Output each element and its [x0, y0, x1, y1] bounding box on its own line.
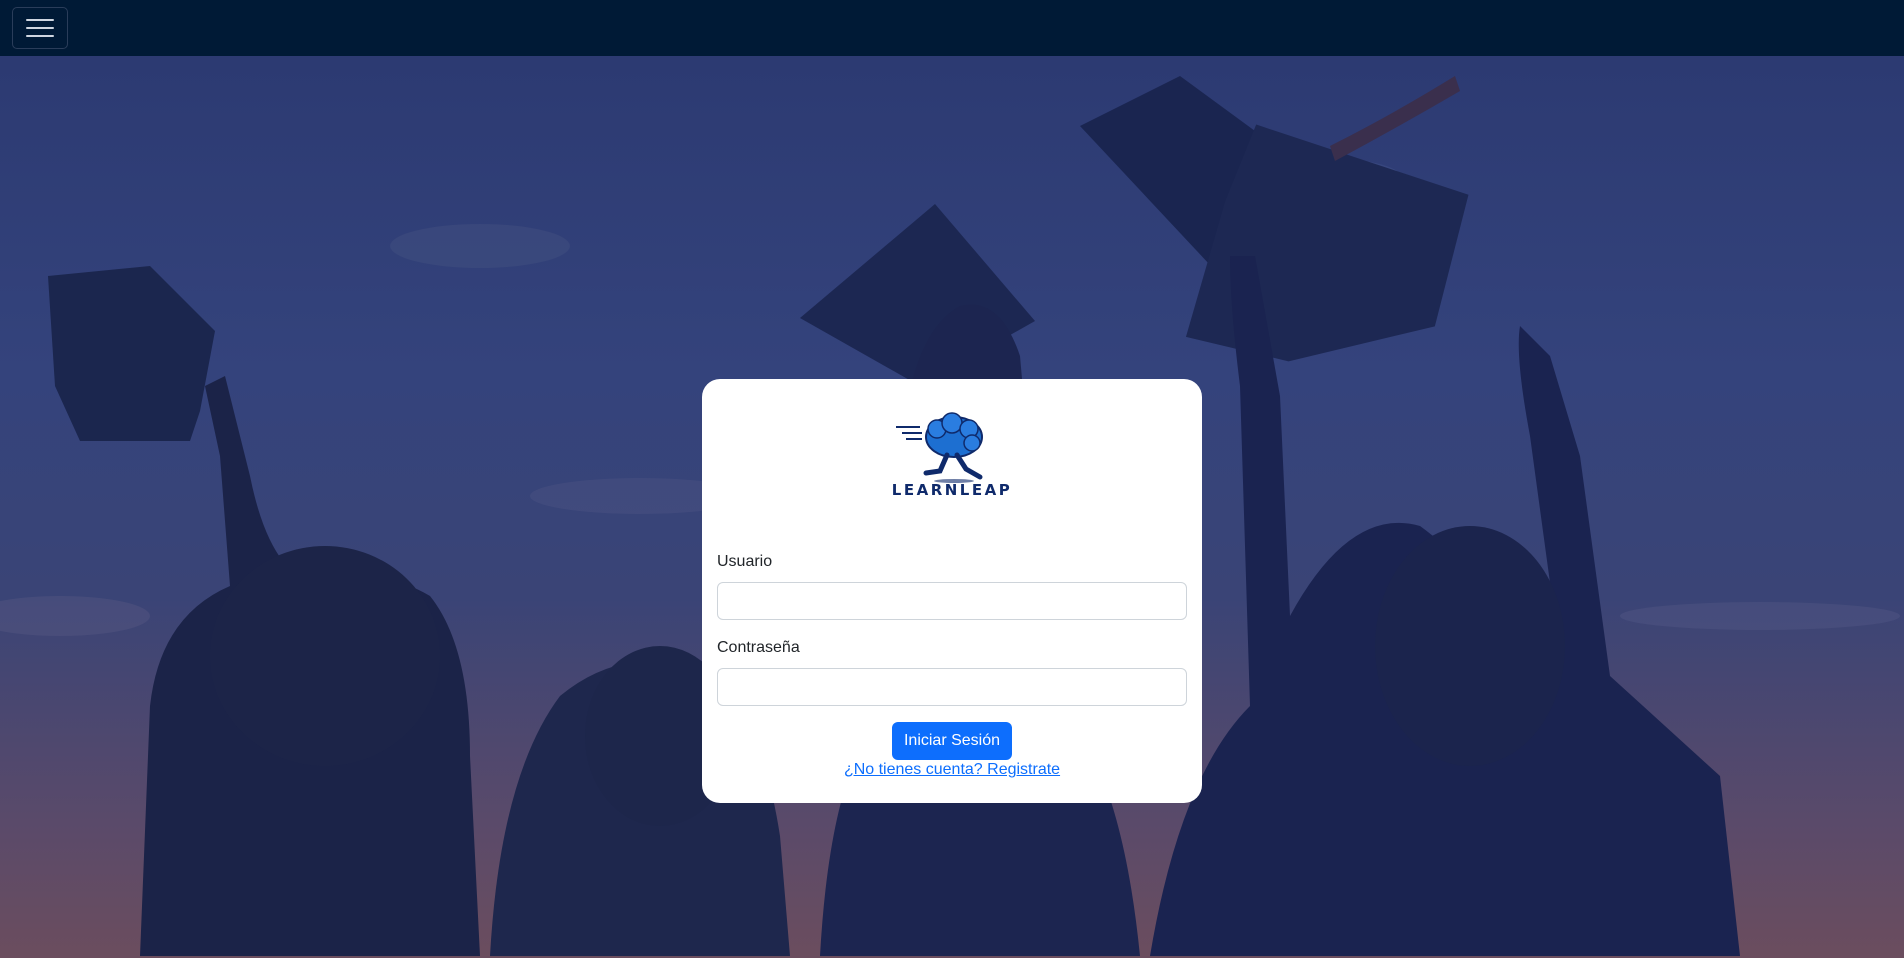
login-button[interactable]: Iniciar Sesión [892, 722, 1012, 760]
login-card: LEARNLEAP Usuario Contraseña Iniciar Ses… [702, 379, 1202, 803]
register-link[interactable]: ¿No tienes cuenta? Registrate [702, 761, 1202, 779]
hamburger-menu-icon [26, 19, 54, 21]
top-navbar [0, 0, 1904, 56]
menu-toggle-button[interactable] [12, 7, 68, 49]
hero-background: LEARNLEAP Usuario Contraseña Iniciar Ses… [0, 56, 1904, 958]
password-label: Contraseña [717, 639, 800, 656]
brand-name: LEARNLEAP [891, 481, 1013, 499]
username-label: Usuario [717, 553, 773, 570]
password-input[interactable] [717, 668, 1187, 706]
username-input[interactable] [717, 582, 1187, 620]
